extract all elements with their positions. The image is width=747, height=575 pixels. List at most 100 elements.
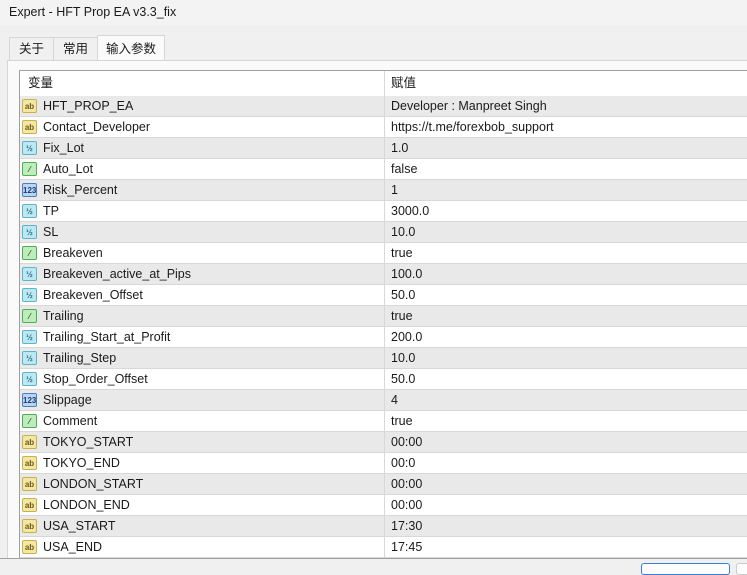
table-row[interactable]: ab HFT_PROP_EA Developer : Manpreet Singh — [20, 96, 747, 117]
string-type-icon: ab — [22, 477, 37, 491]
variable-name: Trailing_Start_at_Profit — [43, 330, 171, 344]
string-type-icon: ab — [22, 498, 37, 512]
variable-cell: ⁄ Auto_Lot — [20, 159, 385, 179]
value-cell[interactable]: Developer : Manpreet Singh — [385, 96, 747, 116]
variable-name: USA_START — [43, 519, 116, 533]
variable-name: USA_END — [43, 540, 103, 554]
value-cell[interactable]: 10.0 — [385, 222, 747, 242]
int-type-icon: 123 — [22, 183, 37, 197]
variable-name: TOKYO_START — [43, 435, 134, 449]
value-cell[interactable]: 00:00 — [385, 474, 747, 494]
double-type-icon: ½ — [22, 330, 37, 344]
table-row[interactable]: ab LONDON_END 00:00 — [20, 495, 747, 516]
double-type-icon: ½ — [22, 351, 37, 365]
variable-cell: ⁄ Comment — [20, 411, 385, 431]
table-row[interactable]: ab LONDON_START 00:00 — [20, 474, 747, 495]
tab-bar: 关于 常用 输入参数 — [9, 35, 166, 60]
table-row[interactable]: ½ Trailing_Step 10.0 — [20, 348, 747, 369]
value-cell[interactable]: false — [385, 159, 747, 179]
value-cell[interactable]: 4 — [385, 390, 747, 410]
table-row[interactable]: 123 Risk_Percent 1 — [20, 180, 747, 201]
double-type-icon: ½ — [22, 204, 37, 218]
int-type-icon: 123 — [22, 393, 37, 407]
value-cell[interactable]: 00:00 — [385, 432, 747, 452]
table-row[interactable]: ab Contact_Developer https://t.me/forexbob… — [20, 117, 747, 138]
value-cell[interactable]: https://t.me/forexbob_support — [385, 117, 747, 137]
value-cell[interactable]: true — [385, 306, 747, 326]
window-title: Expert - HFT Prop EA v3.3_fix — [0, 0, 747, 25]
value-cell[interactable]: 100.0 — [385, 264, 747, 284]
variable-name: LONDON_END — [43, 498, 130, 512]
bool-type-icon: ⁄ — [22, 246, 37, 260]
value-cell[interactable]: 200.0 — [385, 327, 747, 347]
table-row[interactable]: 123 Slippage 4 — [20, 390, 747, 411]
table-header: 变量 赋值 — [20, 71, 747, 96]
variable-cell: 123 Risk_Percent — [20, 180, 385, 200]
column-header-variable[interactable]: 变量 — [20, 71, 385, 96]
bool-type-icon: ⁄ — [22, 414, 37, 428]
variable-name: Breakeven — [43, 246, 103, 260]
table-row[interactable]: ab TOKYO_END 00:0 — [20, 453, 747, 474]
double-type-icon: ½ — [22, 141, 37, 155]
tab-about[interactable]: 关于 — [9, 37, 55, 60]
variable-cell: ab TOKYO_START — [20, 432, 385, 452]
ok-button[interactable] — [641, 563, 730, 575]
table-row[interactable]: ab TOKYO_START 00:00 — [20, 432, 747, 453]
table-row[interactable]: ½ TP 3000.0 — [20, 201, 747, 222]
variable-cell: ab HFT_PROP_EA — [20, 96, 385, 116]
table-row[interactable]: ½ Breakeven_Offset 50.0 — [20, 285, 747, 306]
value-cell[interactable]: 17:45 — [385, 537, 747, 557]
variable-name: Contact_Developer — [43, 120, 151, 134]
variable-cell: ½ TP — [20, 201, 385, 221]
value-cell[interactable]: 1.0 — [385, 138, 747, 158]
variable-name: Trailing_Step — [43, 351, 117, 365]
table-row[interactable]: ⁄ Auto_Lot false — [20, 159, 747, 180]
table-row[interactable]: ½ SL 10.0 — [20, 222, 747, 243]
table-row[interactable]: ⁄ Breakeven true — [20, 243, 747, 264]
variable-name: HFT_PROP_EA — [43, 99, 134, 113]
value-cell[interactable]: 50.0 — [385, 285, 747, 305]
double-type-icon: ½ — [22, 267, 37, 281]
value-cell[interactable]: 17:30 — [385, 516, 747, 536]
variable-name: Breakeven_active_at_Pips — [43, 267, 192, 281]
variable-cell: ab Contact_Developer — [20, 117, 385, 137]
variable-name: Fix_Lot — [43, 141, 84, 155]
table-row[interactable]: ab USA_START 17:30 — [20, 516, 747, 537]
variable-name: Breakeven_Offset — [43, 288, 143, 302]
table-row[interactable]: ab USA_END 17:45 — [20, 537, 747, 558]
variable-name: Trailing — [43, 309, 84, 323]
variable-name: Risk_Percent — [43, 183, 118, 197]
string-type-icon: ab — [22, 435, 37, 449]
value-cell[interactable]: 00:00 — [385, 495, 747, 515]
variable-name: Stop_Order_Offset — [43, 372, 148, 386]
table-row[interactable]: ½ Fix_Lot 1.0 — [20, 138, 747, 159]
value-cell[interactable]: 3000.0 — [385, 201, 747, 221]
cancel-button[interactable] — [736, 563, 747, 575]
value-cell[interactable]: 00:0 — [385, 453, 747, 473]
table-row[interactable]: ½ Trailing_Start_at_Profit 200.0 — [20, 327, 747, 348]
value-cell[interactable]: 1 — [385, 180, 747, 200]
column-header-value[interactable]: 赋值 — [385, 71, 747, 96]
variable-name: LONDON_START — [43, 477, 144, 491]
variable-cell: ½ Breakeven_Offset — [20, 285, 385, 305]
bool-type-icon: ⁄ — [22, 162, 37, 176]
value-cell[interactable]: true — [385, 243, 747, 263]
double-type-icon: ½ — [22, 288, 37, 302]
table-row[interactable]: ⁄ Trailing true — [20, 306, 747, 327]
variable-name: Auto_Lot — [43, 162, 94, 176]
variable-name: TP — [43, 204, 59, 218]
variable-name: Slippage — [43, 393, 92, 407]
tab-inputs[interactable]: 输入参数 — [97, 35, 166, 60]
variable-cell: ⁄ Trailing — [20, 306, 385, 326]
value-cell[interactable]: true — [385, 411, 747, 431]
value-cell[interactable]: 10.0 — [385, 348, 747, 368]
table-row[interactable]: ⁄ Comment true — [20, 411, 747, 432]
string-type-icon: ab — [22, 120, 37, 134]
double-type-icon: ½ — [22, 225, 37, 239]
value-cell[interactable]: 50.0 — [385, 369, 747, 389]
string-type-icon: ab — [22, 519, 37, 533]
tab-common[interactable]: 常用 — [53, 37, 99, 60]
string-type-icon: ab — [22, 99, 37, 113]
table-row[interactable]: ½ Breakeven_active_at_Pips 100.0 — [20, 264, 747, 285]
table-row[interactable]: ½ Stop_Order_Offset 50.0 — [20, 369, 747, 390]
